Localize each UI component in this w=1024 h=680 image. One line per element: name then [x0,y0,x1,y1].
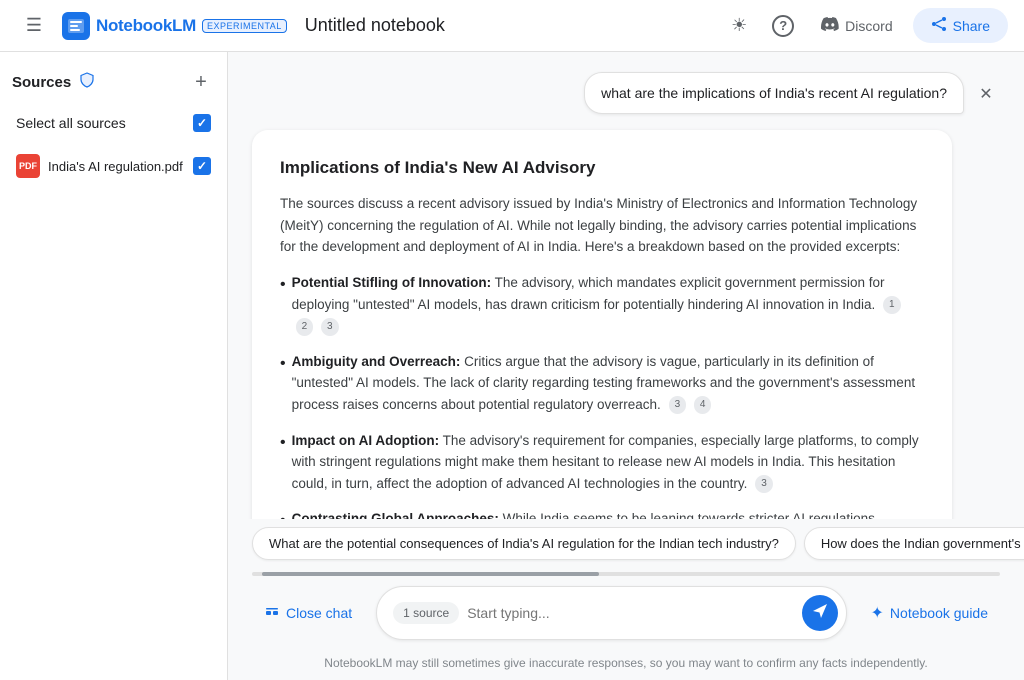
pdf-icon: PDF [16,154,40,178]
cite-badge-3b[interactable]: 3 [669,396,687,414]
cite-badge-4[interactable]: 4 [694,396,712,414]
brightness-icon: ☀ [731,15,747,36]
ai-point-2: • Ambiguity and Overreach: Critics argue… [280,351,924,416]
hamburger-icon: ☰ [26,15,42,36]
share-icon [931,16,947,35]
close-chat-icon [264,604,280,623]
select-all-row[interactable]: Select all sources [12,108,215,138]
close-chat-label: Close chat [286,605,352,621]
ai-response-title: Implications of India's New AI Advisory [280,154,924,181]
brightness-button[interactable]: ☀ [721,8,757,44]
top-nav: ☰ NotebookLM EXPERIMENTAL Untitled noteb… [0,0,1024,52]
cite-badge-3[interactable]: 3 [321,318,339,336]
notebooklm-logo-icon [62,12,90,40]
share-button[interactable]: Share [913,8,1008,43]
discord-label: Discord [845,18,892,34]
input-bar: Close chat 1 source ✦ Notebook guide [228,576,1024,650]
source-count-badge: 1 source [393,602,459,624]
notebook-title[interactable]: Untitled notebook [305,15,445,36]
ai-response-list: • Potential Stifling of Innovation: The … [280,272,924,519]
footer-disclaimer: NotebookLM may still sometimes give inac… [228,650,1024,680]
chat-messages: what are the implications of India's rec… [228,52,1024,519]
help-icon: ? [772,15,794,37]
discord-icon [821,17,839,34]
shield-icon [79,72,95,93]
chat-input-wrapper: 1 source [376,586,846,640]
menu-button[interactable]: ☰ [16,8,52,44]
sources-header: Sources + [12,68,215,96]
send-button[interactable] [802,595,838,631]
chat-area: what are the implications of India's rec… [228,52,1024,680]
sources-title-row: Sources [12,72,95,93]
nav-right: ☀ ? Discord Share [721,8,1008,44]
close-chat-button[interactable]: Close chat [252,596,364,631]
user-bubble: what are the implications of India's rec… [584,72,964,114]
add-icon: + [195,72,207,92]
ai-point-3-content: Impact on AI Adoption: The advisory's re… [292,430,924,495]
select-all-checkbox[interactable] [193,114,211,132]
ai-point-1: • Potential Stifling of Innovation: The … [280,272,924,337]
brand-logo-area: NotebookLM EXPERIMENTAL [62,12,287,40]
brand-name: NotebookLM [96,16,196,36]
bullet-icon: • [280,430,286,456]
nav-left: ☰ NotebookLM EXPERIMENTAL Untitled noteb… [16,8,709,44]
user-question-text: what are the implications of India's rec… [601,85,947,101]
ai-point-3-label: Impact on AI Adoption: [292,433,439,448]
close-message-button[interactable]: ✕ [972,80,1000,108]
brand-badge: EXPERIMENTAL [202,19,287,33]
ai-response-card: Implications of India's New AI Advisory … [252,130,952,519]
user-message: what are the implications of India's rec… [584,72,1000,114]
chat-input[interactable] [467,605,793,621]
main-layout: Sources + Select all sources PDF India's… [0,52,1024,680]
suggestions-row: What are the potential consequences of I… [228,519,1024,568]
cite-badge-3c[interactable]: 3 [755,475,773,493]
ai-point-1-label: Potential Stifling of Innovation: [292,275,491,290]
bullet-icon: • [280,272,286,298]
sources-label: Sources [12,74,71,91]
cite-badge-1[interactable]: 1 [883,296,901,314]
notebook-guide-label: Notebook guide [890,605,988,621]
source-name: India's AI regulation.pdf [48,159,185,174]
ai-response-intro: The sources discuss a recent advisory is… [280,193,924,258]
ai-point-2-label: Ambiguity and Overreach: [292,354,461,369]
ai-point-4: • Contrasting Global Approaches: While I… [280,508,924,519]
ai-point-2-content: Ambiguity and Overreach: Critics argue t… [292,351,924,416]
bullet-icon: • [280,508,286,519]
bullet-icon: • [280,351,286,377]
select-all-label: Select all sources [16,115,126,131]
send-icon [811,602,829,625]
share-label: Share [953,18,990,34]
sparkle-icon: ✦ [871,603,884,623]
suggestion-chip-2[interactable]: How does the Indian government's ap [804,527,1024,560]
ai-point-4-label: Contrasting Global Approaches: [292,511,499,519]
help-button[interactable]: ? [765,8,801,44]
source-item-india-ai[interactable]: PDF India's AI regulation.pdf [12,146,215,186]
cite-badge-2[interactable]: 2 [296,318,314,336]
ai-point-1-content: Potential Stifling of Innovation: The ad… [292,272,924,337]
add-source-button[interactable]: + [187,68,215,96]
source-checkbox[interactable] [193,157,211,175]
sidebar: Sources + Select all sources PDF India's… [0,52,228,680]
discord-button[interactable]: Discord [809,11,904,40]
ai-point-4-content: Contrasting Global Approaches: While Ind… [292,508,924,519]
ai-point-3: • Impact on AI Adoption: The advisory's … [280,430,924,495]
notebook-guide-button[interactable]: ✦ Notebook guide [859,595,1000,631]
suggestion-chip-1[interactable]: What are the potential consequences of I… [252,527,796,560]
